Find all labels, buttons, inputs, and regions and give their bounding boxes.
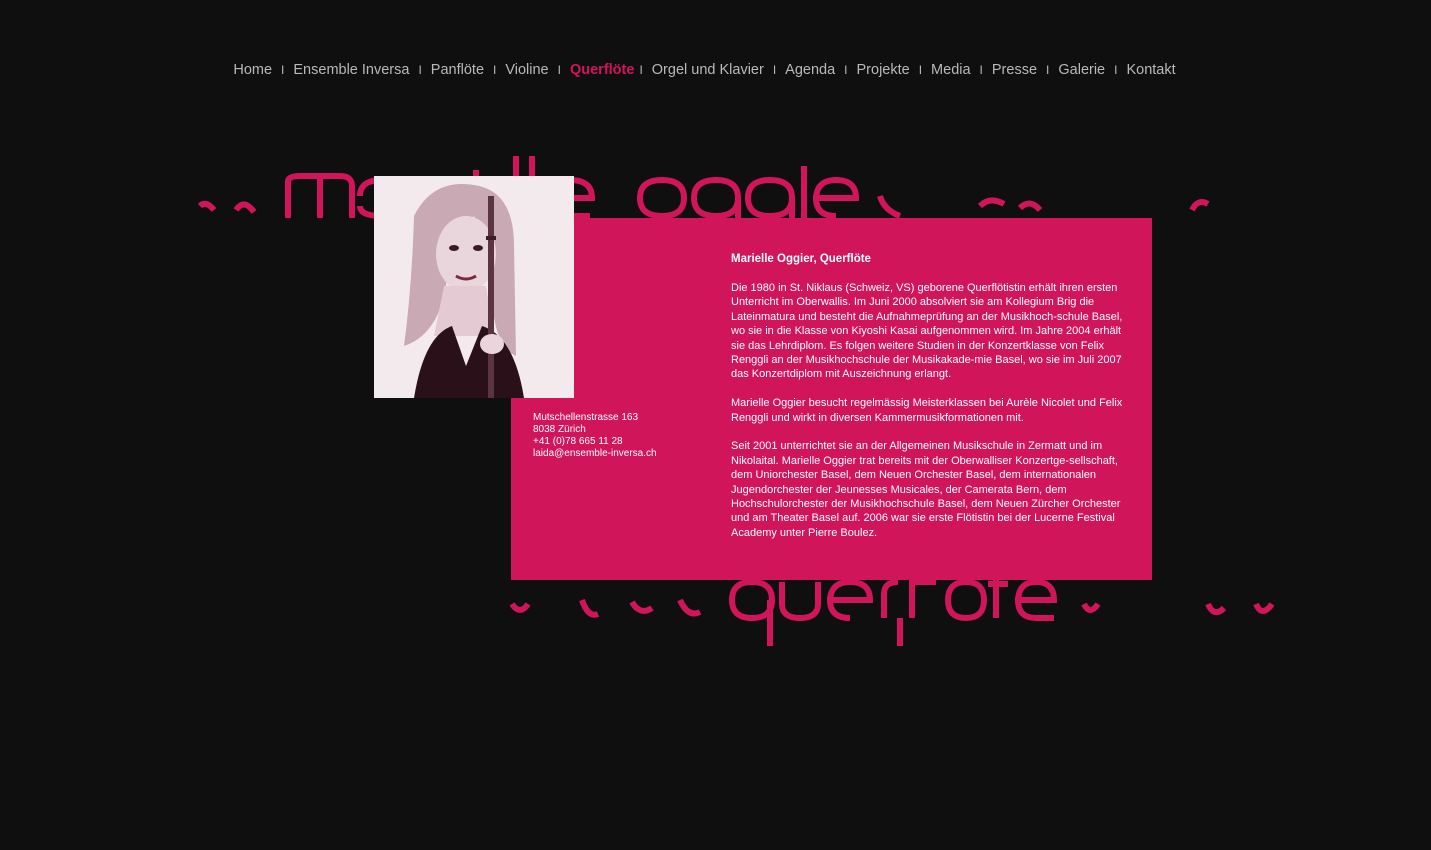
contact-info: Mutschellenstrasse 163 8038 Zürich +41 (… (533, 412, 657, 460)
bio-heading: Marielle Oggier, Querflöte (731, 253, 871, 265)
contact-city: 8038 Zürich (533, 424, 586, 435)
bio-paragraph: Marielle Oggier besucht regelmässig Meis… (731, 397, 1123, 424)
page: Home I Ensemble Inversa I Panflöte I Vio… (0, 0, 1431, 850)
contact-phone: +41 (0)78 665 11 28 (533, 436, 623, 447)
portrait-illustration (374, 176, 574, 398)
portrait-photo (374, 176, 574, 398)
contact-street: Mutschellenstrasse 163 (533, 412, 639, 423)
contact-email-link[interactable]: laida@ensemble-inversa.ch (533, 448, 657, 460)
bio-paragraph: Die 1980 in St. Niklaus (Schweiz, VS) ge… (731, 282, 1123, 381)
bio-paragraph: Seit 2001 unterrichtet sie an der Allgem… (731, 440, 1121, 539)
bio-text: Marielle Oggier, Querflöte Die 1980 in S… (731, 252, 1133, 555)
bottom-word-lettering (509, 574, 1275, 646)
top-word-lettering (197, 156, 1210, 226)
